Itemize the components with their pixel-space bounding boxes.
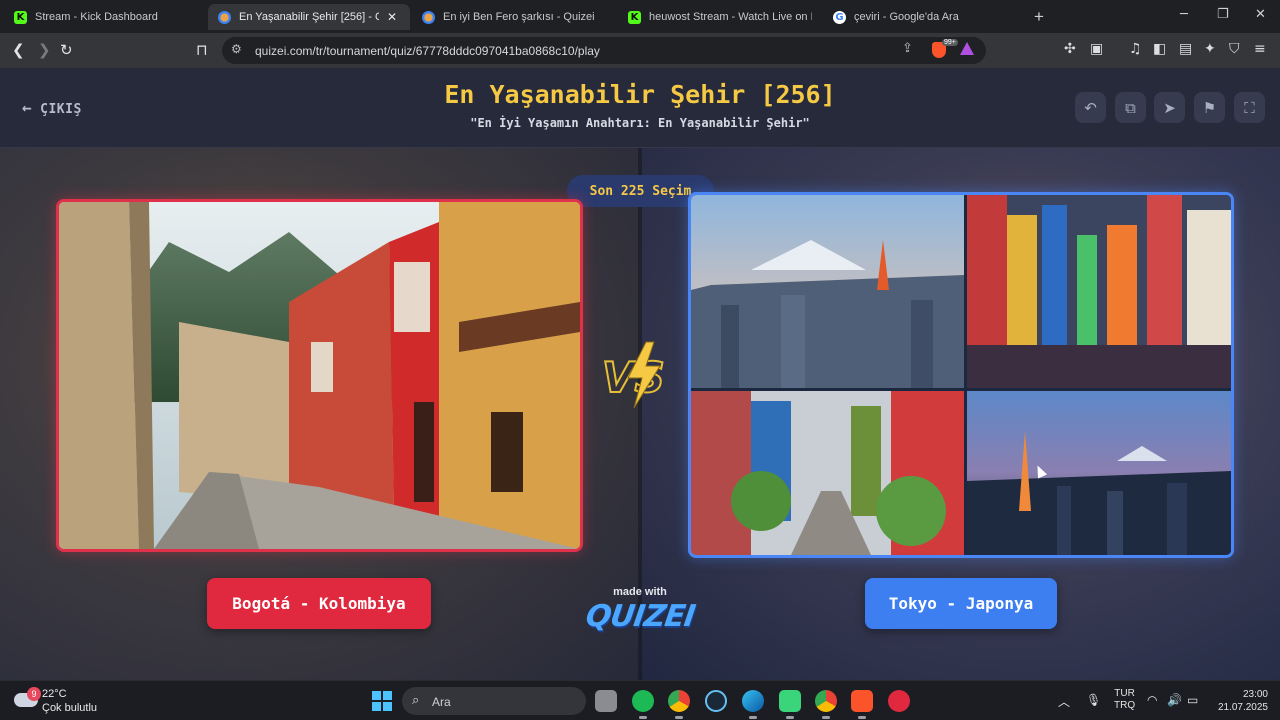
vpn-icon[interactable]: ⛉ [1229,41,1240,57]
steam-icon[interactable] [705,690,727,712]
chrome-profile-icon[interactable] [815,690,837,719]
tokyo-fuji-image [691,195,964,388]
new-tab-icon[interactable]: + [1034,7,1044,27]
url-text[interactable]: quizei.com/tr/tournament/quiz/67778dddc0… [255,44,600,58]
search-icon: ⌕ [412,693,420,708]
left-option-card[interactable] [56,199,583,552]
brave-rewards-icon[interactable] [960,42,974,55]
report-button[interactable]: ⚑ [1194,92,1225,123]
system-clock[interactable]: 23:00 21.07.2025 [1212,688,1268,714]
fullscreen-button[interactable]: ⛶ [1234,92,1265,123]
volume-icon[interactable]: 🔊 [1167,693,1182,707]
windows-logo-icon [372,691,381,700]
close-window-icon[interactable]: ✕ [1255,7,1266,22]
media-icon[interactable]: ♫ [1129,41,1142,57]
clock-date: 21.07.2025 [1217,702,1268,713]
edge-icon[interactable] [742,690,764,719]
language-code: TUR [1114,688,1135,699]
back-icon[interactable]: ❮ [12,41,25,59]
task-view-icon[interactable] [595,690,617,712]
browser-tab-active[interactable]: En Yaşanabilir Şehir [256] - Quizei ✕ [208,4,410,30]
kick-icon: K [628,10,641,24]
google-icon: G [833,10,846,24]
fullscreen-icon: ⛶ [1244,98,1255,117]
clock-time: 23:00 [1242,689,1268,700]
windows-logo-part [372,702,381,711]
temperature: 22°C [42,688,67,700]
tray-overflow-icon[interactable]: ︿ [1058,693,1070,710]
browser-tab[interactable]: K heuwost Stream - Watch Live on Kick [618,4,822,30]
search-placeholder: Ara [432,695,451,709]
quizei-icon [422,10,435,24]
versus-icon: VS [601,341,666,409]
wifi-icon[interactable]: ◠ [1147,693,1157,707]
tokyo-tower-dusk-image [967,391,1231,555]
spotify-icon[interactable] [632,690,654,719]
reload-icon[interactable]: ↻ [60,41,73,59]
share-icon[interactable]: ⇪ [902,41,913,56]
left-option-button[interactable]: Bogotá - Kolombiya [207,578,431,629]
maximize-icon[interactable]: ❐ [1217,7,1229,22]
undo-button[interactable]: ↶ [1075,92,1106,123]
input-language[interactable]: TUR TRQ [1114,688,1135,712]
quiz-page: ← ÇIKIŞ En Yaşanabilir Şehir [256] "En İy… [0,68,1280,680]
quiz-header: ← ÇIKIŞ En Yaşanabilir Şehir [256] "En İy… [0,68,1280,148]
bogota-street-image [59,202,580,549]
brave-icon[interactable] [851,690,873,719]
swap-button[interactable]: ⧉ [1115,92,1146,123]
whatsapp-icon[interactable] [779,690,801,719]
undo-icon: ↶ [1084,98,1097,117]
battery-icon[interactable]: ▭ [1187,693,1198,707]
weather-widget[interactable]: 9 22°C Çok bulutlu [14,687,104,715]
quizei-logo[interactable]: QUIZEI [584,599,697,634]
weather-condition: Çok bulutlu [42,702,98,714]
notification-badge: 9 [27,687,41,701]
close-tab-icon[interactable]: ✕ [387,10,397,24]
leo-ai-icon[interactable]: ✦ [1204,41,1216,57]
tab-title: En Yaşanabilir Şehir [256] - Quizei [239,11,379,23]
flag-icon: ⚑ [1202,98,1217,117]
chrome-icon[interactable] [668,690,690,719]
kick-icon: K [14,10,27,24]
made-with-label: made with [613,586,667,598]
tokyo-neon-street-image [967,195,1231,388]
browser-tab-strip: K Stream - Kick Dashboard En Yaşanabilir… [0,0,1280,33]
screenshot-icon[interactable]: ▣ [1090,41,1103,57]
browser-tab[interactable]: En iyi Ben Fero şarkısı - Quizei [412,4,614,30]
site-info-icon[interactable]: ⚙ [231,42,242,56]
quizei-icon [218,10,231,24]
swap-icon: ⧉ [1125,98,1136,117]
browser-tab[interactable]: G çeviri - Google'da Ara [823,4,1027,30]
media-player-icon[interactable] [888,690,910,712]
windows-logo-part [383,691,392,700]
tab-title: Stream - Kick Dashboard [35,11,158,23]
tab-title: çeviri - Google'da Ara [854,11,959,23]
minimize-icon[interactable]: ─ [1180,7,1188,22]
send-icon: ➤ [1163,98,1176,117]
right-option-button[interactable]: Tokyo - Japonya [865,578,1057,629]
sidebar-icon[interactable]: ◧ [1153,41,1166,57]
extensions-icon[interactable]: ✣ [1064,41,1076,57]
tab-title: En iyi Ben Fero şarkısı - Quizei [443,11,595,23]
forward-icon[interactable]: ❯ [38,41,51,59]
keyboard-layout: TRQ [1114,700,1136,711]
microphone-icon[interactable]: 🎙 [1086,693,1101,707]
taskbar-search[interactable]: ⌕ Ara [402,687,586,715]
windows-logo-part [383,702,392,711]
windows-taskbar: 9 22°C Çok bulutlu ⌕ Ara ︿ 🎙 TUR TRQ ◠ 🔊… [0,680,1280,720]
tokyo-shopping-street-image [691,391,964,555]
share-button[interactable]: ➤ [1154,92,1185,123]
bookmark-icon[interactable]: ⊓ [196,41,208,59]
address-bar[interactable]: ⚙ quizei.com/tr/tournament/quiz/67778ddd… [222,37,986,64]
browser-tab[interactable]: K Stream - Kick Dashboard [4,4,204,30]
start-button[interactable] [372,691,392,711]
tab-title: heuwost Stream - Watch Live on Kick [649,11,812,23]
shields-count-badge: 99+ [942,39,958,46]
browser-toolbar: ❮ ❯ ↻ ⊓ ⚙ quizei.com/tr/tournament/quiz/… [0,33,1280,68]
right-option-card[interactable] [688,192,1234,558]
wallet-icon[interactable]: ▤ [1179,41,1192,57]
menu-icon[interactable]: ≡ [1254,41,1266,57]
